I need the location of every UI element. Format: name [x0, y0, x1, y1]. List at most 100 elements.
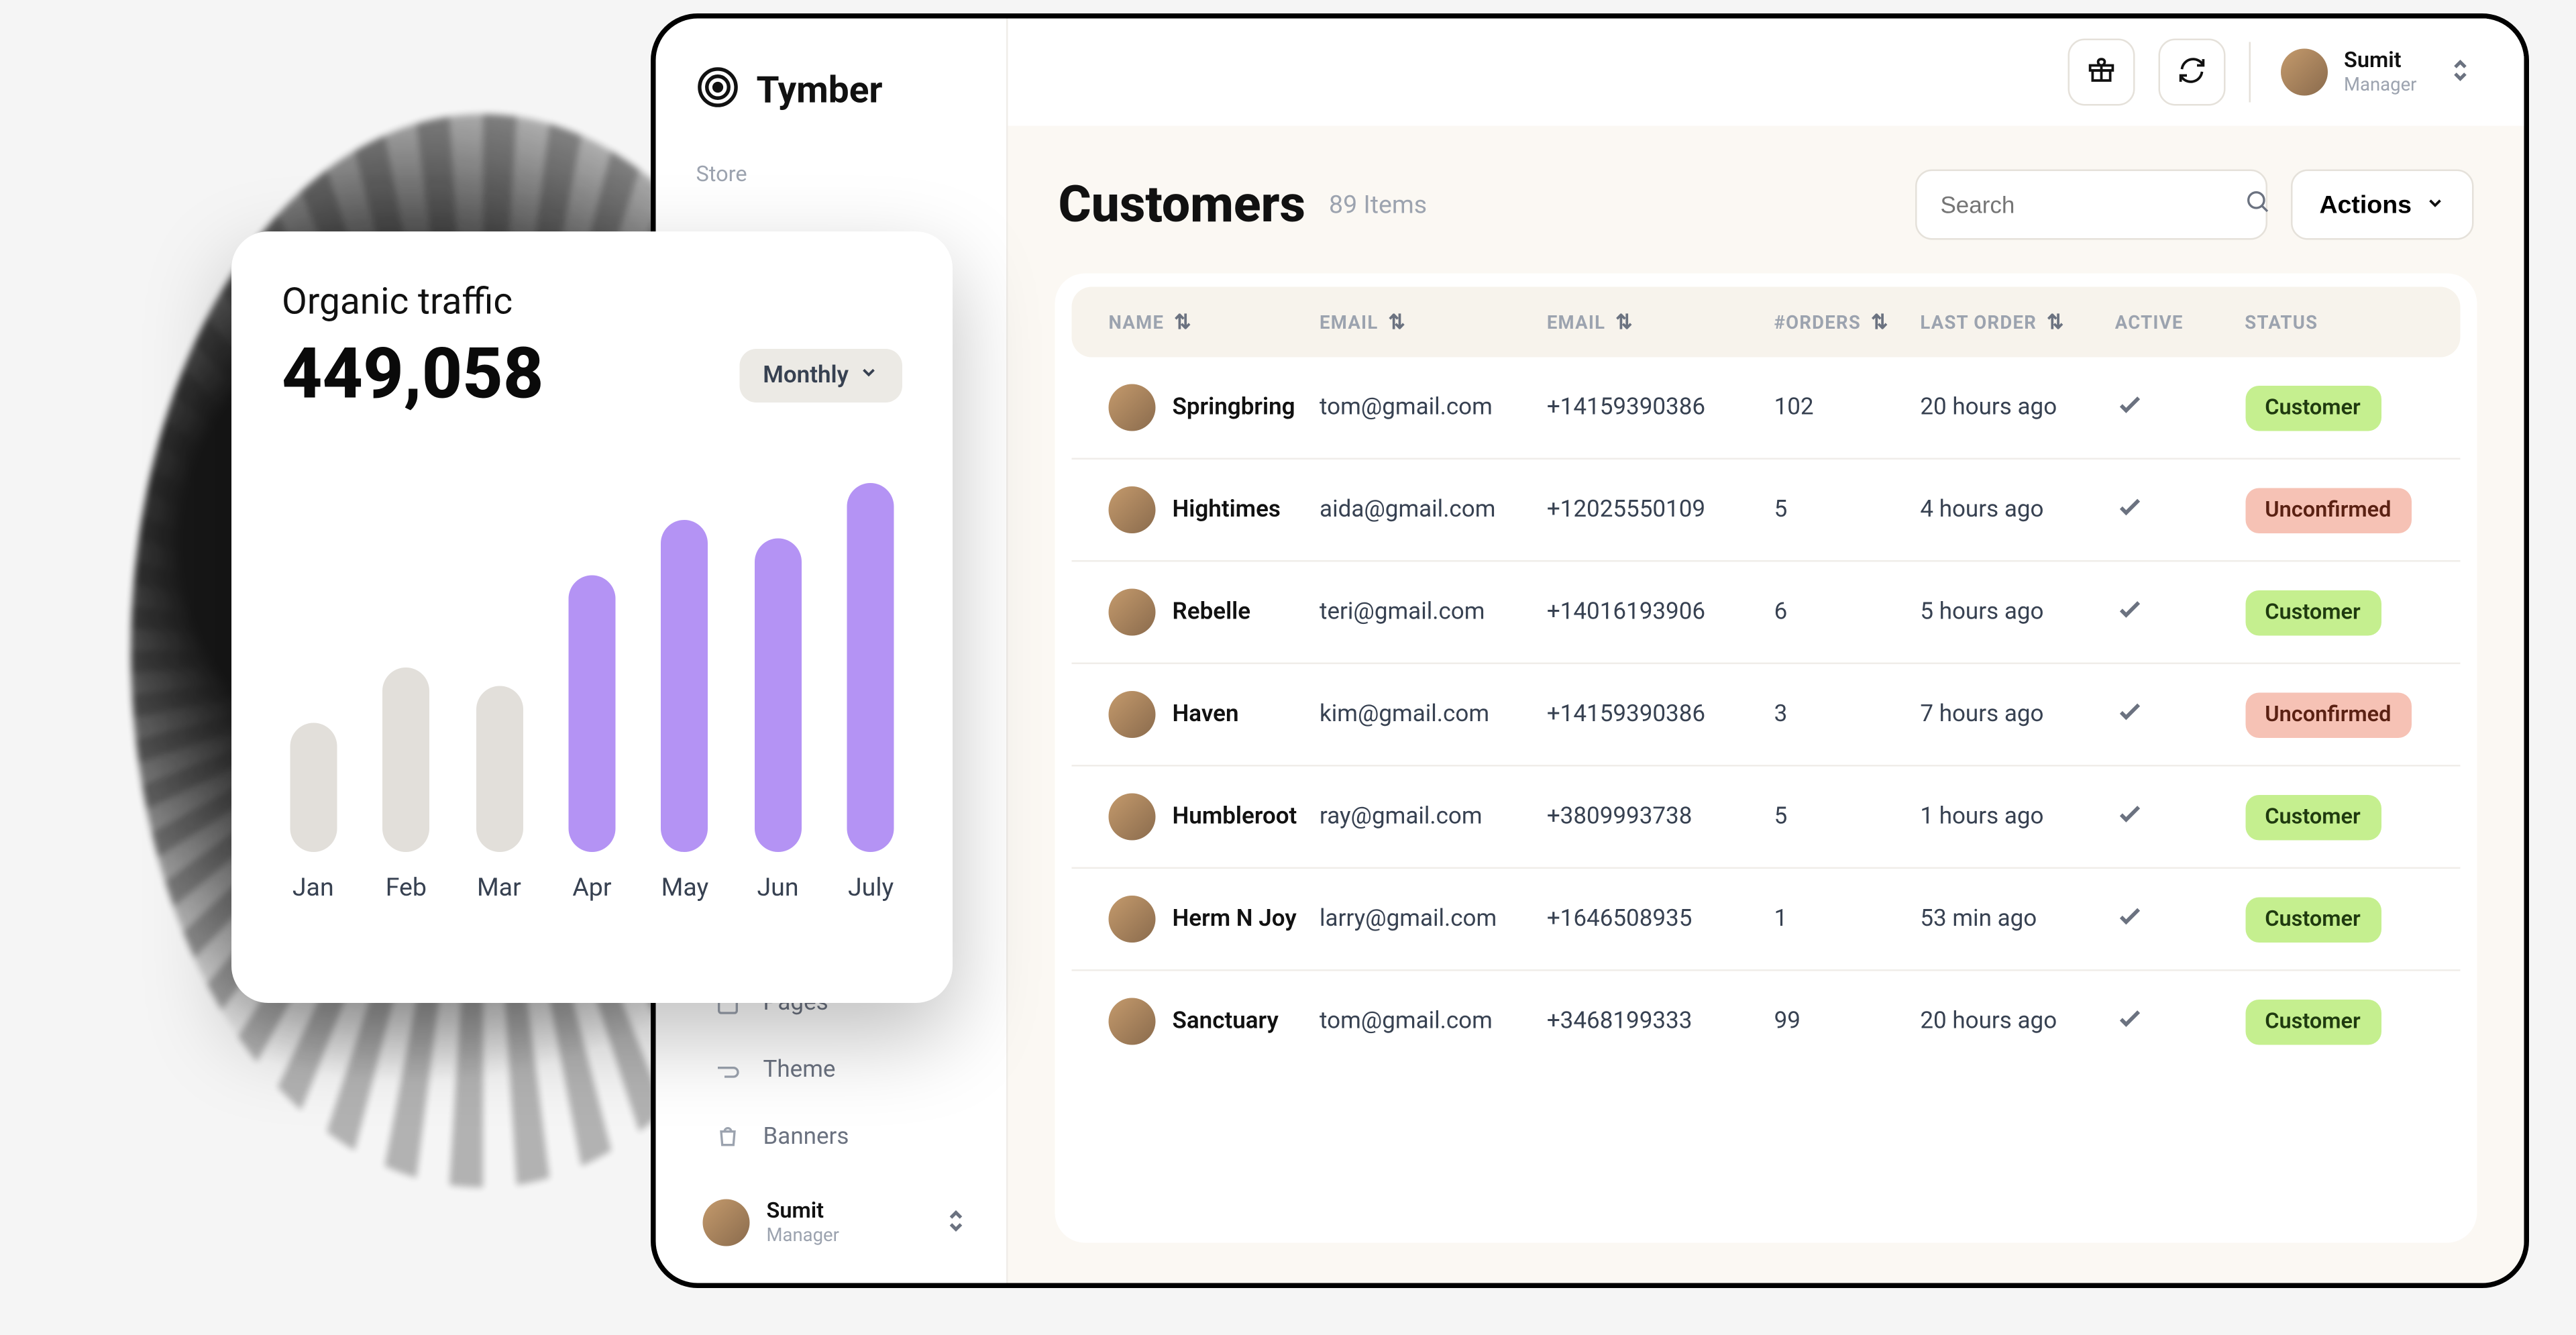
- cell-name: Haven: [1109, 691, 1320, 738]
- table-row[interactable]: Sanctuarytom@gmail.com+34681993339920 ho…: [1072, 971, 2461, 1072]
- chevron-down-icon: [859, 362, 879, 388]
- table-row[interactable]: Hightimesaida@gmail.com+1202555010954 ho…: [1072, 460, 2461, 562]
- sidebar-item-theme[interactable]: Theme: [696, 1042, 973, 1099]
- cell-status: Customer: [2245, 385, 2423, 431]
- chart-bar-label: Jun: [757, 872, 798, 902]
- table-row[interactable]: Herm N Joylarry@gmail.com+1646508935153 …: [1072, 869, 2461, 971]
- period-selector[interactable]: Monthly: [739, 348, 902, 402]
- customer-name: Hightimes: [1173, 496, 1281, 523]
- col-last-order[interactable]: LAST ORDER⇅: [1920, 311, 2114, 334]
- chart-bar-col: July: [839, 483, 902, 902]
- chart-bar-col: Mar: [468, 686, 531, 903]
- avatar: [1109, 486, 1156, 533]
- cell-last-order: 5 hours ago: [1920, 599, 2114, 626]
- status-badge: Customer: [2245, 385, 2380, 431]
- page-count: 89 Items: [1329, 190, 1427, 220]
- chart-bar-col: Feb: [375, 668, 438, 902]
- sidebar-item-banners[interactable]: Banners: [696, 1109, 973, 1166]
- actions-button[interactable]: Actions: [2291, 170, 2474, 240]
- gift-button[interactable]: [2068, 39, 2135, 106]
- check-icon: [2115, 911, 2145, 938]
- search-box[interactable]: [1915, 170, 2267, 240]
- col-active: ACTIVE: [2115, 311, 2245, 334]
- col-orders[interactable]: #ORDERS⇅: [1774, 311, 1921, 334]
- cell-active: [2115, 901, 2245, 938]
- search-input[interactable]: [1940, 191, 2244, 218]
- avatar: [1109, 896, 1156, 943]
- chart-bar-col: Jan: [282, 723, 345, 903]
- cell-email: tom@gmail.com: [1320, 1008, 1547, 1035]
- customers-table: NAME⇅ EMAIL⇅ EMAIL⇅ #ORDERS⇅ LAST ORDER⇅…: [1055, 274, 2477, 1243]
- cell-active: [2115, 1003, 2245, 1040]
- user-role: Manager: [767, 1224, 839, 1246]
- cell-orders: 99: [1774, 1008, 1921, 1035]
- table-row[interactable]: Humblerootray@gmail.com+380999373851 hou…: [1072, 767, 2461, 869]
- status-badge: Customer: [2245, 590, 2380, 635]
- traffic-title: Organic traffic: [282, 282, 902, 324]
- divider: [2249, 42, 2251, 103]
- col-email[interactable]: EMAIL⇅: [1320, 311, 1547, 334]
- cell-email: tom@gmail.com: [1320, 394, 1547, 421]
- refresh-button[interactable]: [2158, 39, 2225, 106]
- topbar-user-pill[interactable]: Sumit Manager: [2273, 39, 2477, 106]
- customer-name: Sanctuary: [1173, 1008, 1279, 1035]
- cell-name: Humbleroot: [1109, 794, 1320, 841]
- check-icon: [2115, 808, 2145, 835]
- status-badge: Customer: [2245, 999, 2380, 1045]
- cell-name: Herm N Joy: [1109, 896, 1320, 943]
- cell-status: Unconfirmed: [2245, 692, 2423, 737]
- user-role: Manager: [2344, 74, 2416, 96]
- sort-icon: ⇅: [1615, 311, 1633, 334]
- traffic-value: 449,058: [282, 334, 543, 417]
- cell-last-order: 4 hours ago: [1920, 496, 2114, 523]
- topbar: Sumit Manager: [1008, 19, 2524, 126]
- brand[interactable]: Tymber: [696, 66, 973, 116]
- cell-phone: +3809993738: [1547, 804, 1774, 831]
- sort-icon: ⇅: [2047, 311, 2064, 334]
- cell-status: Unconfirmed: [2245, 487, 2423, 533]
- cell-active: [2115, 696, 2245, 733]
- table-row[interactable]: Springbringtom@gmail.com+141593903861022…: [1072, 358, 2461, 460]
- chart-bar-col: Apr: [561, 576, 624, 903]
- chart-bar: [661, 520, 708, 852]
- cell-status: Customer: [2245, 999, 2423, 1045]
- table-row[interactable]: Rebelleteri@gmail.com+1401619390665 hour…: [1072, 562, 2461, 665]
- sort-icon: ⇅: [1871, 311, 1888, 334]
- actions-label: Actions: [2319, 191, 2412, 219]
- page-title: Customers: [1059, 175, 1306, 234]
- col-status: STATUS: [2245, 311, 2423, 334]
- cell-phone: +3468199333: [1547, 1008, 1774, 1035]
- col-name[interactable]: NAME⇅: [1109, 311, 1320, 334]
- cell-active: [2115, 389, 2245, 426]
- cell-email: ray@gmail.com: [1320, 804, 1547, 831]
- cell-active: [2115, 594, 2245, 631]
- cell-name: Sanctuary: [1109, 998, 1320, 1045]
- chevron-down-icon: [2425, 191, 2445, 219]
- col-phone[interactable]: EMAIL⇅: [1547, 311, 1774, 334]
- cell-name: Springbring: [1109, 384, 1320, 431]
- sort-icon: ⇅: [1174, 311, 1191, 334]
- page-header: Customers 89 Items Actions: [1008, 126, 2524, 257]
- cell-phone: +12025550109: [1547, 496, 1774, 523]
- customer-name: Rebelle: [1173, 599, 1251, 626]
- chart-bar-label: Apr: [572, 872, 611, 902]
- traffic-card: Organic traffic 449,058 Monthly Jan Feb Ma…: [231, 231, 953, 1003]
- refresh-icon: [2176, 54, 2206, 90]
- customer-name: Herm N Joy: [1173, 906, 1297, 932]
- check-icon: [2115, 399, 2145, 426]
- table-row[interactable]: Havenkim@gmail.com+1415939038637 hours a…: [1072, 664, 2461, 767]
- check-icon: [2115, 706, 2145, 733]
- brand-name: Tymber: [757, 70, 883, 112]
- cell-email: larry@gmail.com: [1320, 906, 1547, 932]
- cell-status: Customer: [2245, 794, 2423, 840]
- status-badge: Customer: [2245, 794, 2380, 840]
- cell-orders: 1: [1774, 906, 1921, 932]
- check-icon: [2115, 604, 2145, 631]
- gift-icon: [2086, 54, 2116, 90]
- chart-bar: [476, 686, 523, 853]
- sidebar-user-pill[interactable]: Sumit Manager: [696, 1189, 973, 1257]
- cell-last-order: 1 hours ago: [1920, 804, 2114, 831]
- cell-status: Customer: [2245, 590, 2423, 635]
- cell-orders: 3: [1774, 701, 1921, 728]
- search-icon: [2244, 188, 2271, 221]
